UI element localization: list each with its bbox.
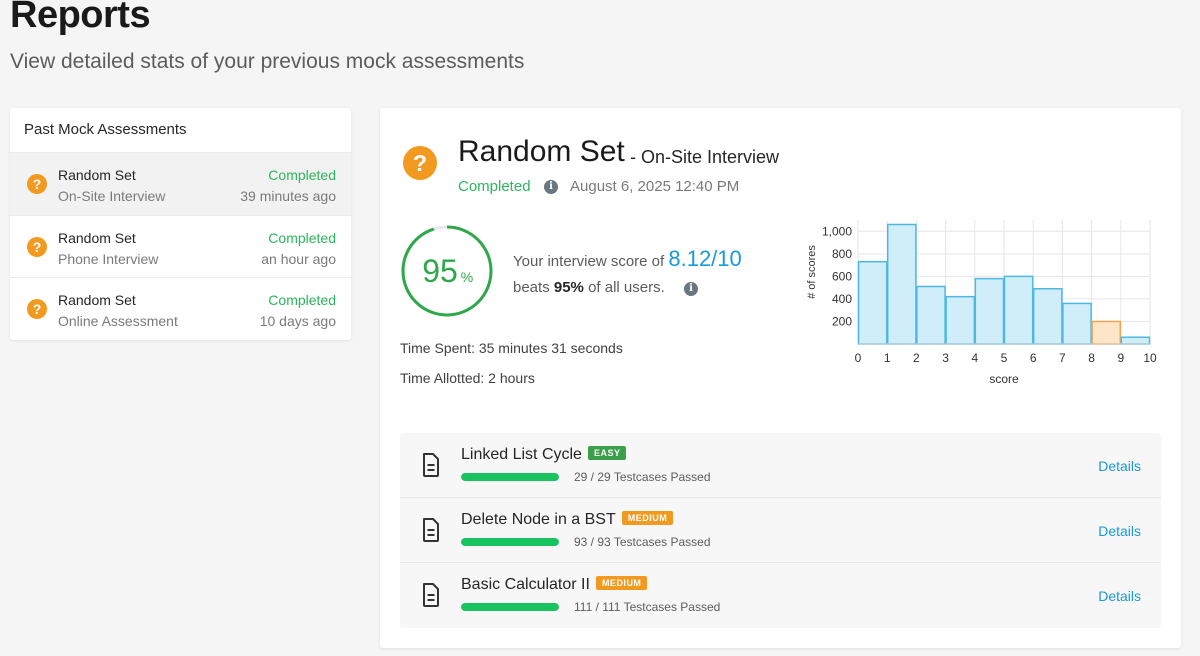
info-icon[interactable]: i xyxy=(684,282,698,296)
beats-suffix: of all users. xyxy=(588,279,665,296)
x-tick-label: 6 xyxy=(1030,351,1037,365)
y-tick-label: 200 xyxy=(832,314,852,328)
x-tick-label: 0 xyxy=(855,351,862,365)
histogram-bar xyxy=(945,295,976,345)
histogram-bar xyxy=(886,223,917,345)
question-name: Linked List Cycle xyxy=(461,446,582,463)
y-axis-label: # of scores xyxy=(806,245,818,299)
question-title: Delete Node in a BST MEDIUM xyxy=(461,511,674,529)
histogram-bar xyxy=(857,260,888,345)
x-tick-label: 9 xyxy=(1117,351,1124,365)
question-icon: ? xyxy=(27,174,47,194)
assessment-time: an hour ago xyxy=(261,250,336,267)
histogram-bar xyxy=(1062,302,1092,345)
score-ring: 95 % xyxy=(401,225,493,317)
y-tick-label: 400 xyxy=(832,292,852,306)
beats-value: 95% xyxy=(553,279,584,296)
detail-date: August 6, 2025 12:40 PM xyxy=(570,178,740,195)
histogram-bar xyxy=(1091,320,1122,345)
x-tick-label: 4 xyxy=(971,351,978,365)
question-icon: ? xyxy=(403,146,437,180)
question-icon: ? xyxy=(27,299,47,319)
x-tick-label: 10 xyxy=(1143,351,1157,365)
x-tick-label: 5 xyxy=(1001,351,1008,365)
assessment-type: On-Site Interview xyxy=(58,188,166,204)
question-name: Delete Node in a BST xyxy=(461,511,616,528)
assessment-type: Online Assessment xyxy=(58,313,178,329)
document-icon xyxy=(423,518,439,542)
info-icon[interactable]: i xyxy=(544,180,558,194)
score-percent-symbol: % xyxy=(461,269,473,285)
time-allotted: Time Allotted: 2 hours xyxy=(400,370,535,386)
time-spent: Time Spent: 35 minutes 31 seconds xyxy=(400,340,623,356)
histogram-bar xyxy=(1120,336,1151,345)
y-tick-label: 800 xyxy=(832,247,852,261)
question-name: Basic Calculator II xyxy=(461,576,590,593)
assessment-status: Completed xyxy=(268,167,336,183)
score-histogram: 0 1 2 3 4 5 6 7 8 9 10 200 400 600 800 1,000 score # of s… xyxy=(806,220,1157,386)
assessment-detail-panel: ? Random Set - On-Site Interview Complet… xyxy=(380,108,1181,648)
score-summary: Your interview score of 8.12/10 xyxy=(513,246,742,272)
details-link[interactable]: Details xyxy=(1098,523,1141,539)
assessment-item-onsite[interactable]: ? Random Set On-Site Interview Completed… xyxy=(10,152,351,215)
histogram-bar xyxy=(1032,288,1063,345)
question-list: Linked List Cycle EASY 29 / 29 Testcases … xyxy=(400,433,1161,628)
question-row: Delete Node in a BST MEDIUM 93 / 93 Testc… xyxy=(400,498,1161,563)
question-title: Basic Calculator II MEDIUM xyxy=(461,576,648,594)
assessment-time: 10 days ago xyxy=(259,313,336,329)
past-assessments-heading: Past Mock Assessments xyxy=(24,121,187,138)
assessment-title: Random Set xyxy=(58,292,136,308)
histogram-bar xyxy=(916,285,946,345)
past-assessments-panel: Past Mock Assessments ? Random Set On-Si… xyxy=(10,108,351,340)
x-tick-label: 7 xyxy=(1059,351,1066,365)
difficulty-badge: MEDIUM xyxy=(595,576,648,590)
detail-title: Random Set xyxy=(458,135,625,168)
histogram-bar xyxy=(1003,275,1034,345)
x-tick-label: 3 xyxy=(942,351,949,365)
difficulty-badge: EASY xyxy=(587,446,627,460)
histogram-bar xyxy=(974,277,1005,345)
assessment-time: 39 minutes ago xyxy=(240,188,336,204)
assessment-title: Random Set xyxy=(58,229,136,246)
testcase-progress-bar xyxy=(461,538,559,546)
x-axis-label: score xyxy=(989,372,1019,386)
question-row: Basic Calculator II MEDIUM 111 / 111 Test… xyxy=(400,563,1161,628)
testcases-passed: 93 / 93 Testcases Passed xyxy=(574,535,711,549)
y-tick-label: 600 xyxy=(832,269,852,283)
y-tick-label: 1,000 xyxy=(822,224,852,238)
details-link[interactable]: Details xyxy=(1098,588,1141,604)
assessment-title: Random Set xyxy=(58,167,136,183)
x-tick-label: 8 xyxy=(1088,351,1095,365)
assessment-item-phone[interactable]: ? Random Set Phone Interview Completed a… xyxy=(10,214,351,278)
x-tick-label: 1 xyxy=(884,351,891,365)
assessment-status: Completed xyxy=(268,292,336,308)
page-title: Reports xyxy=(10,0,151,36)
assessment-type: Phone Interview xyxy=(58,250,159,267)
testcase-progress-bar xyxy=(461,473,559,481)
difficulty-badge: MEDIUM xyxy=(621,511,674,525)
progress-fill xyxy=(461,473,559,481)
testcases-passed: 111 / 111 Testcases Passed xyxy=(574,600,721,614)
beats-prefix: beats xyxy=(513,279,550,296)
score-value: 8.12/10 xyxy=(668,246,742,271)
progress-fill xyxy=(461,603,559,611)
document-icon xyxy=(423,583,439,607)
testcases-passed: 29 / 29 Testcases Passed xyxy=(574,470,711,484)
question-icon: ? xyxy=(27,236,47,257)
assessment-status: Completed xyxy=(268,229,336,246)
progress-fill xyxy=(461,538,559,546)
document-icon xyxy=(423,453,439,477)
score-prefix: Your interview score of xyxy=(513,253,665,270)
beats-summary: beats 95% of all users. xyxy=(513,279,665,296)
details-link[interactable]: Details xyxy=(1098,458,1141,474)
question-title: Linked List Cycle EASY xyxy=(461,446,627,464)
detail-type: - On-Site Interview xyxy=(630,147,780,167)
score-percent: 95 xyxy=(422,253,458,289)
x-tick-label: 2 xyxy=(913,351,920,365)
detail-status: Completed xyxy=(458,178,531,195)
assessment-item-online[interactable]: ? Random Set Online Assessment Completed… xyxy=(10,277,351,340)
page-subtitle: View detailed stats of your previous moc… xyxy=(10,50,525,73)
question-row: Linked List Cycle EASY 29 / 29 Testcases … xyxy=(400,433,1161,498)
testcase-progress-bar xyxy=(461,603,559,611)
